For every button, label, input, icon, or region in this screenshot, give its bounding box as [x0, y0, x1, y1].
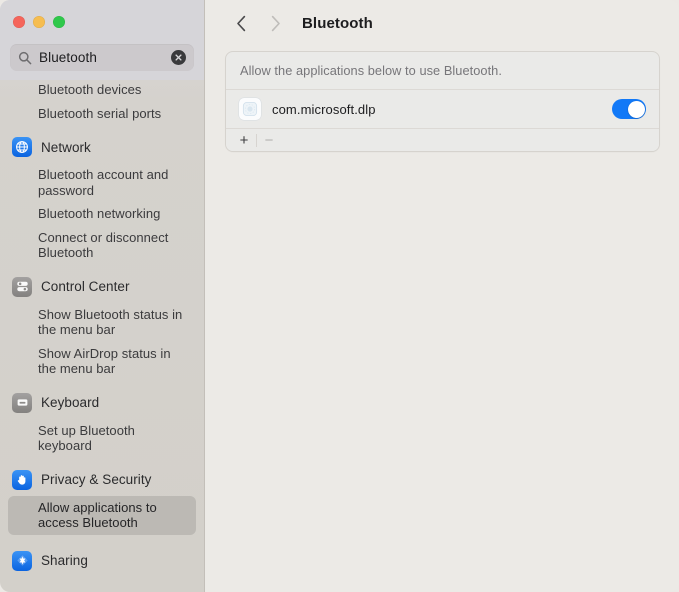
- window-titlebar: [0, 0, 204, 44]
- keyboard-icon: [12, 392, 32, 413]
- page-title: Bluetooth: [302, 15, 373, 32]
- control-center-icon: [12, 276, 32, 297]
- main-header: Bluetooth: [205, 0, 679, 47]
- sidebar-group-label: Keyboard: [41, 395, 100, 410]
- forward-button[interactable]: [258, 7, 292, 41]
- sidebar-group-label: Control Center: [41, 279, 130, 294]
- generic-app-icon: [239, 98, 261, 120]
- card-description: Allow the applications below to use Blue…: [226, 52, 659, 90]
- traffic-lights: [13, 16, 65, 28]
- remove-application-button: −: [264, 131, 274, 149]
- maximize-button[interactable]: [53, 16, 65, 28]
- card-footer-toolbar: + −: [226, 129, 659, 151]
- search-icon: [18, 51, 32, 65]
- hand-raised-icon: [12, 469, 32, 490]
- app-permission-row[interactable]: com.microsoft.dlp: [226, 90, 659, 129]
- close-button[interactable]: [13, 16, 25, 28]
- sharing-icon: [12, 550, 32, 571]
- sidebar-group-network[interactable]: Network: [0, 131, 204, 163]
- sidebar-group-keyboard[interactable]: Keyboard: [0, 387, 204, 419]
- sidebar-item-allow-applications-to-access-bluetooth[interactable]: Allow applications to access Bluetooth: [8, 495, 196, 535]
- minimize-button[interactable]: [33, 16, 45, 28]
- bluetooth-permissions-card: Allow the applications below to use Blue…: [225, 51, 660, 152]
- system-settings-window: Bluetooth Bluetooth devices Bluetooth se…: [0, 0, 679, 592]
- sidebar-group-label: Network: [41, 139, 91, 155]
- app-permission-toggle[interactable]: [612, 99, 646, 119]
- sidebar: Bluetooth Bluetooth devices Bluetooth se…: [0, 0, 205, 592]
- clear-search-icon[interactable]: [171, 50, 186, 65]
- toggle-knob: [627, 100, 645, 118]
- search-input[interactable]: Bluetooth: [10, 44, 194, 71]
- search-container: Bluetooth: [0, 44, 204, 80]
- search-value: Bluetooth: [39, 50, 97, 65]
- sidebar-group-privacy-and-security[interactable]: Privacy & Security: [0, 464, 204, 496]
- globe-icon: [12, 137, 32, 157]
- sidebar-group-label: Sharing: [41, 553, 88, 568]
- sidebar-group-label: Privacy & Security: [41, 472, 152, 487]
- main-content: Bluetooth Allow the applications below t…: [205, 0, 679, 592]
- sidebar-item-bluetooth-devices[interactable]: Bluetooth devices: [8, 81, 196, 102]
- search-results-list: Bluetooth devices Bluetooth serial ports: [0, 81, 204, 581]
- sidebar-item-bluetooth-networking[interactable]: Bluetooth networking: [8, 202, 196, 226]
- sidebar-scroll-area[interactable]: Bluetooth devices Bluetooth serial ports: [0, 81, 204, 592]
- back-button[interactable]: [224, 7, 258, 41]
- sidebar-group-control-center[interactable]: Control Center: [0, 271, 204, 303]
- sidebar-item-set-up-bluetooth-keyboard[interactable]: Set up Bluetooth keyboard: [8, 419, 196, 458]
- sidebar-item-show-airdrop-status-in-the-menu-bar[interactable]: Show AirDrop status in the menu bar: [8, 342, 196, 381]
- app-name: com.microsoft.dlp: [272, 101, 376, 117]
- sidebar-item-show-bluetooth-status-in-the-menu-bar[interactable]: Show Bluetooth status in the menu bar: [8, 303, 196, 342]
- sidebar-group-sharing[interactable]: Sharing: [0, 545, 204, 577]
- sidebar-item-bluetooth-serial-ports[interactable]: Bluetooth serial ports: [8, 102, 196, 126]
- sidebar-item-connect-or-disconnect-bluetooth[interactable]: Connect or disconnect Bluetooth: [8, 226, 196, 265]
- sidebar-item-bluetooth-account-and-password[interactable]: Bluetooth account and password: [8, 163, 196, 202]
- add-application-button[interactable]: +: [232, 130, 256, 151]
